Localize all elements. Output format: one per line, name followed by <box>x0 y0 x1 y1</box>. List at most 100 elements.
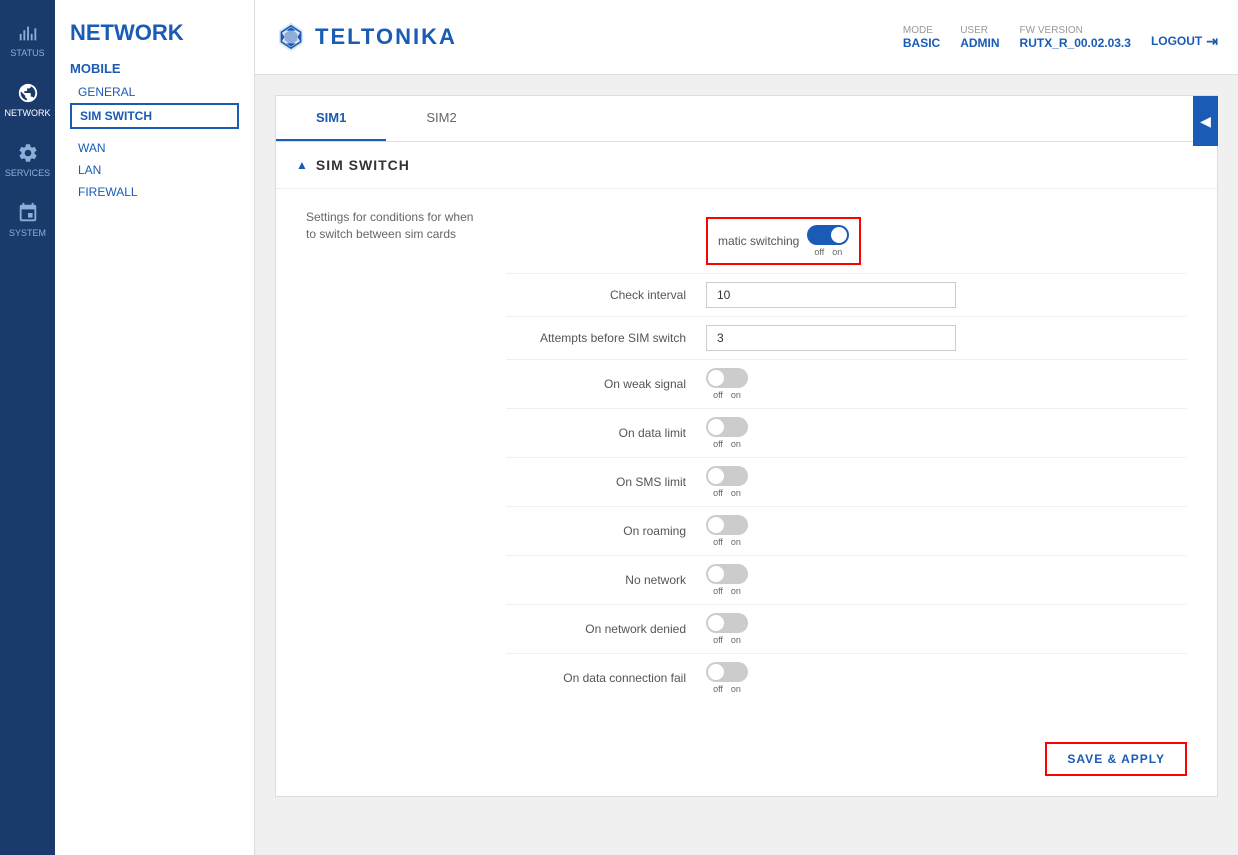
topbar-fw: FW VERSION RUTX_R_00.02.03.3 <box>1020 25 1131 50</box>
roaming-toggle-wrapper: off on <box>706 515 748 547</box>
data-limit-control: off on <box>706 417 1187 449</box>
no-network-knob <box>708 566 724 582</box>
tab-collapse-button[interactable]: ◀ <box>1193 96 1218 146</box>
data-limit-toggle[interactable] <box>706 417 748 437</box>
check-interval-row: Check interval <box>506 274 1187 317</box>
nav-group-mobile: MOBILE <box>70 61 239 76</box>
data-conn-fail-toggle[interactable] <box>706 662 748 682</box>
network-denied-knob <box>708 615 724 631</box>
sidebar-item-services[interactable]: SERVICES <box>0 130 55 190</box>
topbar-user: USER ADMIN <box>960 25 999 50</box>
no-network-toggle-wrapper: off on <box>706 564 748 596</box>
section-collapse-icon[interactable]: ▲ <box>296 158 308 172</box>
auto-switching-highlight: matic switching off on <box>706 217 861 265</box>
auto-switching-text: matic switching <box>718 234 799 248</box>
sms-limit-label: On SMS limit <box>506 475 706 489</box>
no-network-control: off on <box>706 564 1187 596</box>
roaming-control: off on <box>706 515 1187 547</box>
sms-limit-row: On SMS limit off on <box>506 458 1187 507</box>
logo: TELTONIKA <box>275 21 457 53</box>
network-denied-toggle-wrapper: off on <box>706 613 748 645</box>
data-limit-toggle-wrapper: off on <box>706 417 748 449</box>
sidebar-item-status[interactable]: STATUS <box>0 10 55 70</box>
auto-switching-toggle-wrapper: off on <box>807 225 849 257</box>
tabs: SIM1 SIM2 ◀ <box>276 96 1217 142</box>
no-network-row: No network off on <box>506 556 1187 605</box>
data-conn-fail-toggle-wrapper: off on <box>706 662 748 694</box>
no-network-toggle-labels: off on <box>713 586 741 596</box>
section-title: SIM SWITCH <box>316 157 410 173</box>
sidebar-item-general[interactable]: GENERAL <box>70 81 239 103</box>
network-denied-toggle[interactable] <box>706 613 748 633</box>
topbar-right: MODE BASIC USER ADMIN FW VERSION RUTX_R_… <box>903 25 1218 50</box>
roaming-row: On roaming off on <box>506 507 1187 556</box>
check-interval-control <box>706 282 1187 308</box>
logout-icon: ⇥ <box>1206 33 1218 50</box>
attempts-label: Attempts before SIM switch <box>506 331 706 345</box>
section-header: ▲ SIM SWITCH <box>276 142 1217 189</box>
sidebar-item-lan[interactable]: LAN <box>70 159 239 181</box>
check-interval-input[interactable] <box>706 282 956 308</box>
auto-switching-knob <box>831 227 847 243</box>
check-interval-label: Check interval <box>506 288 706 302</box>
auto-switching-row: matic switching off on <box>506 209 1187 274</box>
content: SIM1 SIM2 ◀ ▲ SIM SWITCH Settings for co… <box>255 75 1238 855</box>
weak-signal-label: On weak signal <box>506 377 706 391</box>
attempts-control <box>706 325 1187 351</box>
weak-signal-knob <box>708 370 724 386</box>
sidebar-item-firewall[interactable]: FIREWALL <box>70 181 239 203</box>
auto-switching-toggle-labels: off on <box>814 247 842 257</box>
weak-signal-toggle-labels: off on <box>713 390 741 400</box>
save-apply-button[interactable]: SAVE & APPLY <box>1045 742 1187 776</box>
form-content: Settings for conditions for when to swit… <box>276 189 1217 722</box>
save-area: SAVE & APPLY <box>276 722 1217 796</box>
tab-sim2[interactable]: SIM2 <box>386 96 496 141</box>
sms-limit-knob <box>708 468 724 484</box>
roaming-toggle[interactable] <box>706 515 748 535</box>
sidebar-item-wan[interactable]: WAN <box>70 137 239 159</box>
roaming-toggle-labels: off on <box>713 537 741 547</box>
weak-signal-toggle-wrapper: off on <box>706 368 748 400</box>
data-limit-row: On data limit off on <box>506 409 1187 458</box>
data-conn-fail-row: On data connection fail off on <box>506 654 1187 702</box>
left-panel: NETWORK MOBILE GENERAL SIM SWITCH WAN LA… <box>55 0 255 855</box>
roaming-knob <box>708 517 724 533</box>
topbar: TELTONIKA MODE BASIC USER ADMIN FW VERSI… <box>255 0 1238 75</box>
sidebar-item-sim-switch[interactable]: SIM SWITCH <box>70 103 239 129</box>
data-limit-knob <box>708 419 724 435</box>
main-area: TELTONIKA MODE BASIC USER ADMIN FW VERSI… <box>255 0 1238 855</box>
network-denied-control: off on <box>706 613 1187 645</box>
attempts-input[interactable] <box>706 325 956 351</box>
data-limit-toggle-labels: off on <box>713 439 741 449</box>
topbar-mode: MODE BASIC <box>903 25 940 50</box>
network-denied-row: On network denied off on <box>506 605 1187 654</box>
sidebar-item-network[interactable]: NETWORK <box>0 70 55 130</box>
sms-limit-toggle-wrapper: off on <box>706 466 748 498</box>
data-limit-label: On data limit <box>506 426 706 440</box>
weak-signal-row: On weak signal off on <box>506 360 1187 409</box>
sms-limit-toggle[interactable] <box>706 466 748 486</box>
auto-switching-toggle[interactable] <box>807 225 849 245</box>
no-network-label: No network <box>506 573 706 587</box>
weak-signal-control: off on <box>706 368 1187 400</box>
sidebar-item-system[interactable]: SYSTEM <box>0 190 55 250</box>
data-conn-fail-toggle-labels: off on <box>713 684 741 694</box>
form-description: Settings for conditions for when to swit… <box>306 209 486 243</box>
data-conn-fail-label: On data connection fail <box>506 671 706 685</box>
weak-signal-toggle[interactable] <box>706 368 748 388</box>
data-conn-fail-control: off on <box>706 662 1187 694</box>
sidebar: STATUS NETWORK SERVICES SYSTEM <box>0 0 55 855</box>
form-fields: matic switching off on <box>506 209 1187 702</box>
content-card: SIM1 SIM2 ◀ ▲ SIM SWITCH Settings for co… <box>275 95 1218 797</box>
roaming-label: On roaming <box>506 524 706 538</box>
logout-button[interactable]: LOGOUT ⇥ <box>1151 33 1218 50</box>
network-denied-toggle-labels: off on <box>713 635 741 645</box>
data-conn-fail-knob <box>708 664 724 680</box>
sms-limit-toggle-labels: off on <box>713 488 741 498</box>
network-denied-label: On network denied <box>506 622 706 636</box>
no-network-toggle[interactable] <box>706 564 748 584</box>
auto-switching-control: matic switching off on <box>706 217 1187 265</box>
left-panel-title: NETWORK <box>70 20 239 46</box>
tab-sim1[interactable]: SIM1 <box>276 96 386 141</box>
sms-limit-control: off on <box>706 466 1187 498</box>
